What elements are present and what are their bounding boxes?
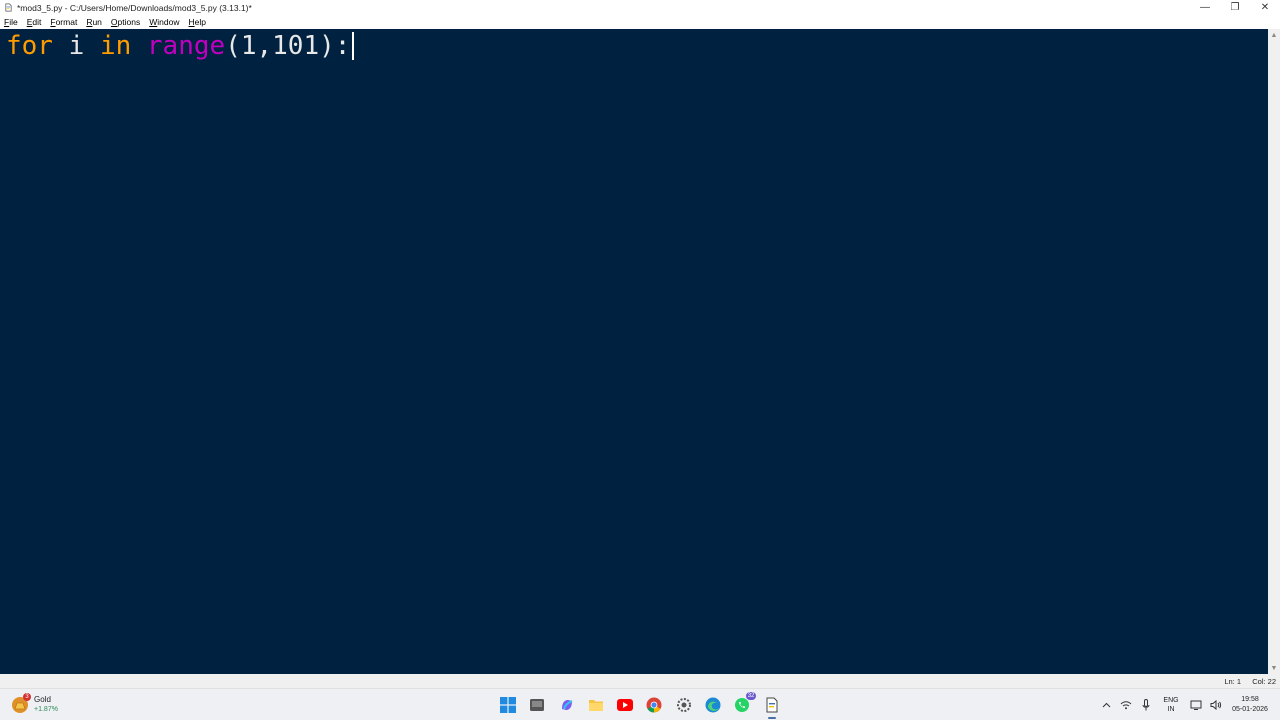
windows-start-icon[interactable] [496,693,520,717]
network-icon[interactable] [1116,695,1136,715]
chrome-icon[interactable] [642,693,666,717]
menu-format[interactable]: Format [46,17,82,27]
widget-title: Gold [34,695,51,704]
menu-help[interactable]: Help [184,17,210,27]
code-line[interactable]: for i in range (1,101): [6,31,355,61]
status-line: Ln: 1 [1224,677,1241,686]
menu-window[interactable]: Window [145,17,184,27]
window-title: *mod3_5.py - C:/Users/Home/Downloads/mod… [17,2,252,13]
clock-date: 05-01-2026 [1232,706,1268,713]
gold-widget-icon: 3 [12,693,31,713]
variable-i: i [52,31,100,61]
edge-icon[interactable] [701,693,725,717]
menu-run[interactable]: Run [82,17,107,27]
language-indicator[interactable]: ENG IN [1156,696,1186,714]
menu-options[interactable]: Options [107,17,145,27]
desktop-icon[interactable] [525,693,549,717]
copilot-icon[interactable] [555,693,579,717]
keyword-for: for [6,31,53,61]
youtube-icon[interactable] [613,693,637,717]
widget-change: +1.87% [34,706,58,713]
scroll-up-arrow-icon[interactable]: ▲ [1268,29,1280,41]
chevron-up-icon[interactable] [1096,695,1116,715]
python-idle-taskbar-icon[interactable] [760,693,784,719]
scroll-down-arrow-icon[interactable]: ▼ [1268,662,1280,674]
gold-widget[interactable]: 3 Gold +1.87% [12,693,58,717]
close-button[interactable]: ✕ [1250,0,1280,15]
minimize-button[interactable]: — [1190,0,1220,15]
menu-edit[interactable]: Edit [23,17,47,27]
status-bar: Ln: 1 Col: 22 [0,674,1280,688]
menu-bar: File Edit Format Run Options Window Help [0,15,1280,29]
code-editor[interactable]: for i in range (1,101): [0,29,1268,674]
whatsapp-icon[interactable]: 32 [730,692,757,717]
volume-icon[interactable] [1206,695,1226,715]
file-explorer-icon[interactable] [584,693,608,717]
taskbar: 3 Gold +1.87% 32 ENG IN 19:58 05-01-2026 [0,688,1280,720]
settings-icon[interactable] [672,693,696,717]
range-arguments: (1,101): [225,31,351,61]
menu-file[interactable]: File [0,17,23,27]
window-controls: — ❐ ✕ [1190,0,1280,15]
clock[interactable]: 19:58 05-01-2026 [1226,695,1274,715]
keyword-in: in [99,31,132,61]
restore-button[interactable]: ❐ [1220,0,1250,15]
python-idle-icon [3,3,13,13]
title-bar: *mod3_5.py - C:/Users/Home/Downloads/mod… [0,0,1280,15]
text-caret [352,32,355,60]
microphone-icon[interactable] [1136,695,1156,715]
clock-time: 19:58 [1241,696,1259,703]
widget-badge: 3 [23,693,31,701]
system-tray: ENG IN 19:58 05-01-2026 [1096,689,1280,721]
status-column: Col: 22 [1252,677,1276,686]
taskbar-apps: 32 [496,692,789,719]
whatsapp-badge: 32 [745,692,757,700]
builtin-range: range [146,31,226,61]
vertical-scrollbar[interactable]: ▲ ▼ [1268,29,1280,674]
display-icon[interactable] [1186,695,1206,715]
